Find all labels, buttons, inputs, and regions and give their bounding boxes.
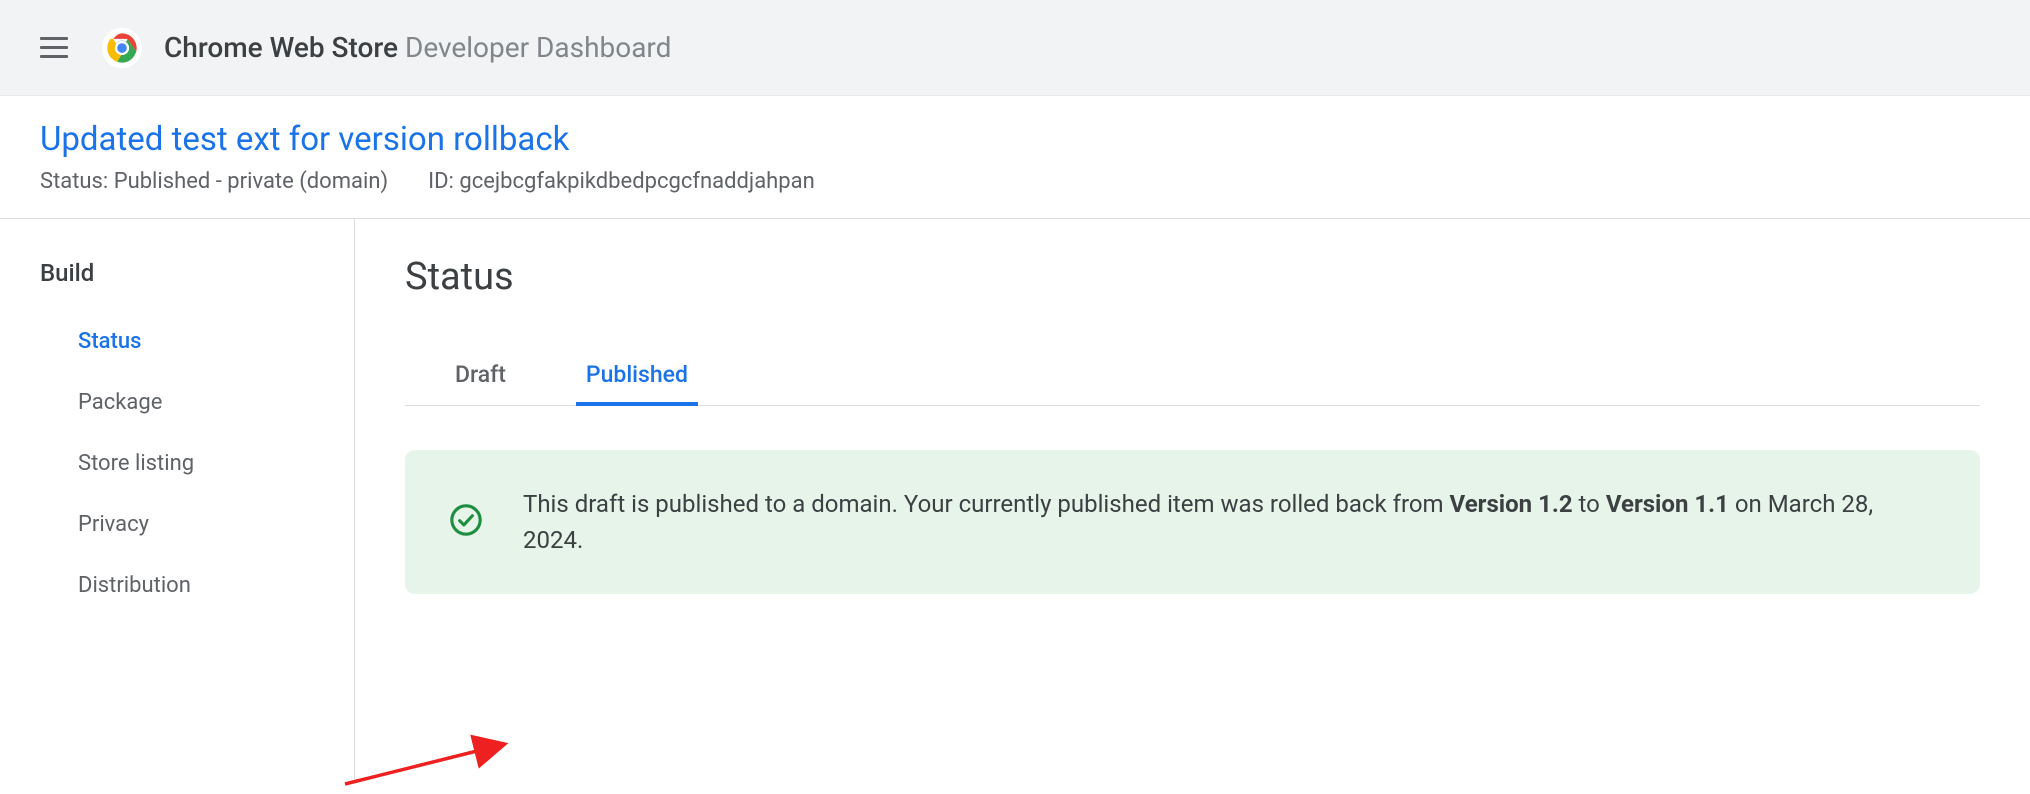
tabs-row: Draft Published [405,347,1980,406]
check-circle-icon [449,503,483,541]
page-title: Status [405,255,1980,299]
app-title: Chrome Web Store Developer Dashboard [164,31,671,64]
notice-version-to: Version 1.1 [1606,490,1729,518]
rollback-notice: This draft is published to a domain. You… [405,450,1980,594]
app-name-bold: Chrome Web Store [164,31,398,64]
notice-text: This draft is published to a domain. You… [523,486,1936,558]
item-id: ID: gcejbcgfakpikdbedpcgcfnaddjahpan [428,169,815,194]
item-header: Updated test ext for version rollback St… [0,96,2030,219]
sidebar-item-privacy[interactable]: Privacy [0,494,354,555]
notice-pre: This draft is published to a domain. You… [523,490,1450,518]
sidebar: Build Status Package Store listing Priva… [0,219,355,779]
sidebar-item-status[interactable]: Status [0,311,354,372]
sidebar-section-build: Build [0,247,354,311]
notice-mid: to [1573,490,1606,518]
notice-version-from: Version 1.2 [1450,490,1573,518]
sidebar-item-store-listing[interactable]: Store listing [0,433,354,494]
item-status: Status: Published - private (domain) [40,169,388,194]
content-area: Status Draft Published This draft is pub… [355,219,2030,779]
sidebar-item-package[interactable]: Package [0,372,354,433]
tab-published[interactable]: Published [576,347,698,406]
hamburger-menu-icon[interactable] [40,32,72,64]
item-title[interactable]: Updated test ext for version rollback [40,120,1990,159]
annotation-arrow-icon [335,594,535,794]
app-name-light: Developer Dashboard [398,31,671,64]
tab-draft[interactable]: Draft [445,347,516,406]
top-bar: Chrome Web Store Developer Dashboard [0,0,2030,96]
chrome-logo-icon [100,26,144,70]
logo-title-group: Chrome Web Store Developer Dashboard [100,26,671,70]
sidebar-item-distribution[interactable]: Distribution [0,555,354,616]
main-layout: Build Status Package Store listing Priva… [0,219,2030,779]
item-meta: Status: Published - private (domain) ID:… [40,169,1990,194]
